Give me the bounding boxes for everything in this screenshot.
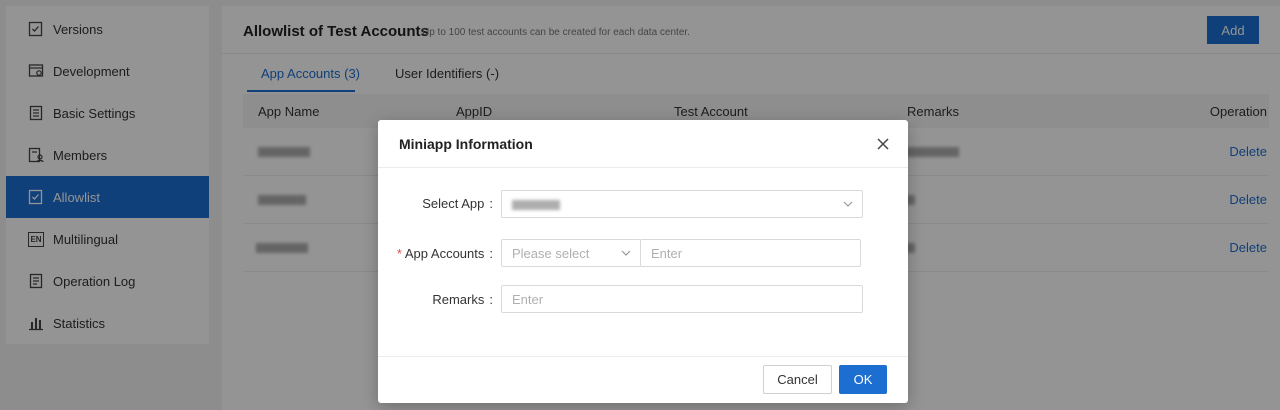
miniapp-information-dialog: Miniapp Information Select App: * App Acc… [378, 120, 908, 403]
remarks-input[interactable] [501, 285, 863, 313]
dialog-title: Miniapp Information [399, 136, 533, 152]
app-accounts-type-select[interactable]: Please select [501, 239, 641, 267]
remarks-label: Remarks: [432, 292, 493, 307]
dialog-footer: Cancel OK [378, 356, 908, 403]
app-accounts-label: * App Accounts: [396, 246, 493, 261]
app-accounts-input[interactable] [640, 239, 861, 267]
dialog-header: Miniapp Information [378, 120, 908, 168]
close-icon[interactable] [874, 135, 892, 153]
ok-button[interactable]: OK [839, 365, 887, 394]
chevron-down-icon [843, 201, 853, 207]
select-app-label: Select App: [422, 196, 493, 211]
cancel-button[interactable]: Cancel [763, 365, 832, 394]
redacted-selected-app [512, 200, 560, 210]
chevron-down-icon [621, 250, 631, 256]
select-app-dropdown[interactable] [501, 190, 863, 218]
